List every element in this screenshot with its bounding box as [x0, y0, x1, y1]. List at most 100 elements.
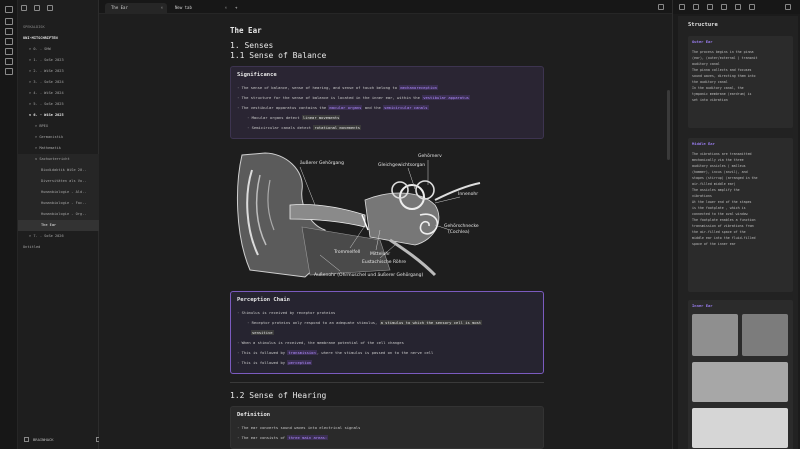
list-icon[interactable]: [721, 4, 727, 10]
callout-title: Definition: [237, 412, 271, 418]
tab-bar: The Ear × New tab × +: [99, 0, 672, 14]
tab-label: The Ear: [111, 5, 128, 10]
inner-ear-image-4[interactable]: [692, 408, 788, 448]
scrollbar[interactable]: [667, 90, 670, 160]
outline-icon[interactable]: [735, 4, 741, 10]
tree-item[interactable]: v 6. - WiSe 2025: [18, 110, 99, 121]
tab-list-icon[interactable]: [658, 4, 664, 10]
card-line: set into vibration: [692, 98, 728, 102]
tree-item[interactable]: > 7. - SoSe 2026: [18, 231, 99, 242]
tree-item[interactable]: > 0. - SHW: [18, 44, 99, 55]
bookmark-icon[interactable]: [47, 5, 53, 11]
list-item: · The structure for the sense of balance…: [237, 95, 470, 100]
list-item: · When a stimulus is received, the membr…: [237, 340, 404, 345]
card-body: The vibrations are transmitted mechanical…: [692, 151, 789, 247]
label-gehoergang: äußerer Gehörgang: [300, 160, 344, 166]
tree-item[interactable]: > Germanistik: [18, 132, 99, 143]
tree-item[interactable]: The Ear: [18, 220, 99, 231]
tab-new-tab[interactable]: New tab ×: [169, 3, 231, 14]
tree-item[interactable]: > 3. - SoSe 2024: [18, 77, 99, 88]
tree-item[interactable]: > Mathematik: [18, 143, 99, 154]
tree-item[interactable]: Humanbiologie - Fac..: [18, 198, 99, 209]
terminal-icon[interactable]: [5, 58, 13, 65]
tab-the-ear[interactable]: The Ear ×: [105, 3, 167, 14]
ribbon: [0, 0, 18, 449]
list-item: · Macular organs detect linear movements: [247, 115, 341, 120]
calendar-icon[interactable]: [679, 4, 685, 10]
tree-item[interactable]: Untitled: [18, 242, 99, 253]
list-item: · The ear converts sound waves into elec…: [237, 425, 361, 430]
callout-title: Perception Chain: [237, 297, 290, 303]
vault-icon: [24, 437, 29, 442]
tree-item[interactable]: Diversitäten als Vo..: [18, 176, 99, 187]
list-item: · This is followed by perception: [237, 360, 313, 365]
card-title: Middle Ear: [692, 141, 715, 146]
card-body: The process begins in the pinna (ear), (o…: [692, 49, 789, 103]
right-toolbar: [673, 0, 800, 14]
graph-icon[interactable]: [5, 28, 13, 35]
list-item: · Stimulus is received by receptor prote…: [237, 310, 336, 315]
list-item: · This is followed by transmission, wher…: [237, 350, 434, 355]
card-title: Inner Ear: [692, 303, 713, 308]
explorer-toolbar: [21, 5, 53, 11]
label-innenohr: Innenohr: [458, 191, 478, 197]
list-item: · Receptor proteins only respond to an a…: [247, 320, 483, 325]
tree-item[interactable]: UNI-MITSCHRIFTEN: [18, 33, 99, 44]
label-mittelohr: Mittelohr: [370, 251, 390, 257]
perception-chain-callout: Perception Chain · Stimulus is received …: [230, 291, 544, 374]
label-aussenohr: Außenohr (Ohrmuschel und äußerer Gehörga…: [314, 272, 424, 278]
close-icon[interactable]: ×: [225, 3, 227, 13]
note-content: The Ear 1. Senses 1.1 Sense of Balance S…: [230, 24, 544, 449]
pane-title: Structure: [688, 22, 718, 28]
structure-pane: Structure Outer Ear The process begins i…: [678, 16, 798, 449]
vault-switcher[interactable]: BRAINHACK: [24, 437, 110, 442]
file-tree: SPEKALDISK UNI-MITSCHRIFTEN > 0. - SHW > 1.…: [18, 22, 99, 253]
tab-label: New tab: [175, 5, 192, 10]
tree-item[interactable]: v Sachunterricht: [18, 154, 99, 165]
calendar-icon[interactable]: [5, 38, 13, 45]
inner-ear-image-1[interactable]: [692, 314, 738, 356]
label-gehoernerv: Gehörnerv: [418, 153, 442, 159]
close-icon[interactable]: ×: [161, 3, 163, 13]
callout-title: Significance: [237, 72, 277, 78]
new-tab-button[interactable]: +: [233, 3, 243, 14]
heading-balance: 1.1 Sense of Balance: [230, 51, 327, 60]
right-sidebar: Structure Outer Ear The process begins i…: [672, 0, 800, 449]
tree-item[interactable]: Humanbiologie - Org..: [18, 209, 99, 220]
outer-ear-card: Outer Ear The process begins in the pinn…: [688, 36, 793, 128]
ear-illustration: äußerer Gehörgang Gehörnerv Gleichgewich…: [230, 145, 544, 285]
editor-pane: The Ear 1. Senses 1.1 Sense of Balance S…: [99, 14, 672, 449]
card-title: Outer Ear: [692, 39, 713, 44]
sidebar-toggle-icon[interactable]: [5, 6, 13, 13]
more-icon[interactable]: [785, 4, 791, 10]
tree-item[interactable]: > 1. - SoSe 2023: [18, 55, 99, 66]
inner-ear-card: Inner Ear: [688, 300, 793, 449]
inner-ear-image-2[interactable]: [742, 314, 788, 356]
tree-item[interactable]: SPEKALDISK: [18, 22, 99, 33]
tree-item[interactable]: > BPEX: [18, 121, 99, 132]
label-cochlea: (Cochlea): [448, 229, 470, 235]
list-item: · The sense of balance, sense of hearing…: [237, 85, 438, 90]
eye-icon[interactable]: [707, 4, 713, 10]
middle-ear-card: Middle Ear The vibrations are transmitte…: [688, 138, 793, 292]
list-item: sensitive: [251, 330, 274, 335]
page-icon[interactable]: [5, 68, 13, 75]
bookmark-icon[interactable]: [693, 4, 699, 10]
list-item: · Semicircular canals detect rotational …: [247, 125, 362, 130]
tree-item[interactable]: > 2. - WiSe 2023: [18, 66, 99, 77]
inner-ear-image-3[interactable]: [692, 362, 788, 402]
send-icon[interactable]: [5, 18, 13, 25]
search-icon[interactable]: [34, 5, 40, 11]
graph-icon[interactable]: [749, 4, 755, 10]
significance-callout: Significance · The sense of balance, sen…: [230, 66, 544, 139]
tree-item[interactable]: > 5. - SoSe 2025: [18, 99, 99, 110]
heading-hearing: 1.2 Sense of Hearing: [230, 391, 327, 400]
divider: [230, 382, 544, 383]
ear-diagram: äußerer Gehörgang Gehörnerv Gleichgewich…: [230, 145, 544, 285]
tree-item[interactable]: Biodidaktik WiSe 20..: [18, 165, 99, 176]
folder-icon[interactable]: [21, 5, 27, 11]
tree-item[interactable]: > 4. - WiSe 2024: [18, 88, 99, 99]
tree-item[interactable]: Humanbiologie - Ald..: [18, 187, 99, 198]
file-explorer: SPEKALDISK UNI-MITSCHRIFTEN > 0. - SHW > 1.…: [18, 0, 110, 449]
bookmark-icon[interactable]: [5, 48, 13, 55]
